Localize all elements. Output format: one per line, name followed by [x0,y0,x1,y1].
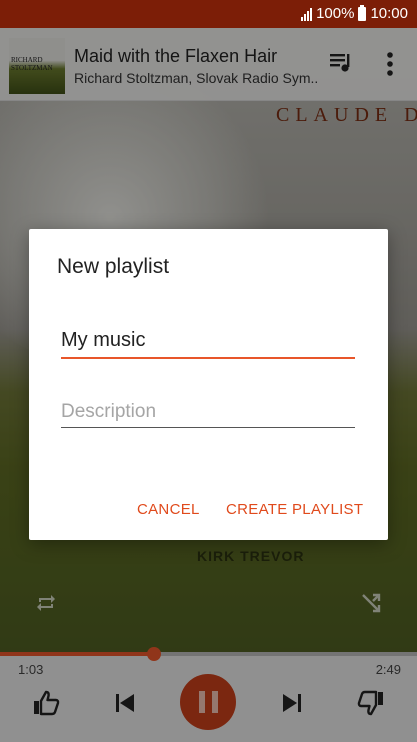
dialog-title: New playlist [57,255,170,278]
battery-percent: 100% [316,5,355,22]
create-playlist-button[interactable]: CREATE PLAYLIST [226,501,363,518]
playlist-description-field[interactable]: Description [61,401,355,428]
clock: 10:00 [370,5,408,22]
status-bar: 100% 10:00 [0,0,417,28]
playlist-name-field[interactable]: My music [61,329,355,359]
battery-icon [358,4,367,21]
description-placeholder[interactable]: Description [61,401,156,422]
new-playlist-dialog: New playlist My music Description CANCEL… [29,229,388,540]
playlist-name-value[interactable]: My music [61,329,145,351]
signal-icon [301,7,313,21]
cancel-button[interactable]: CANCEL [137,501,200,518]
